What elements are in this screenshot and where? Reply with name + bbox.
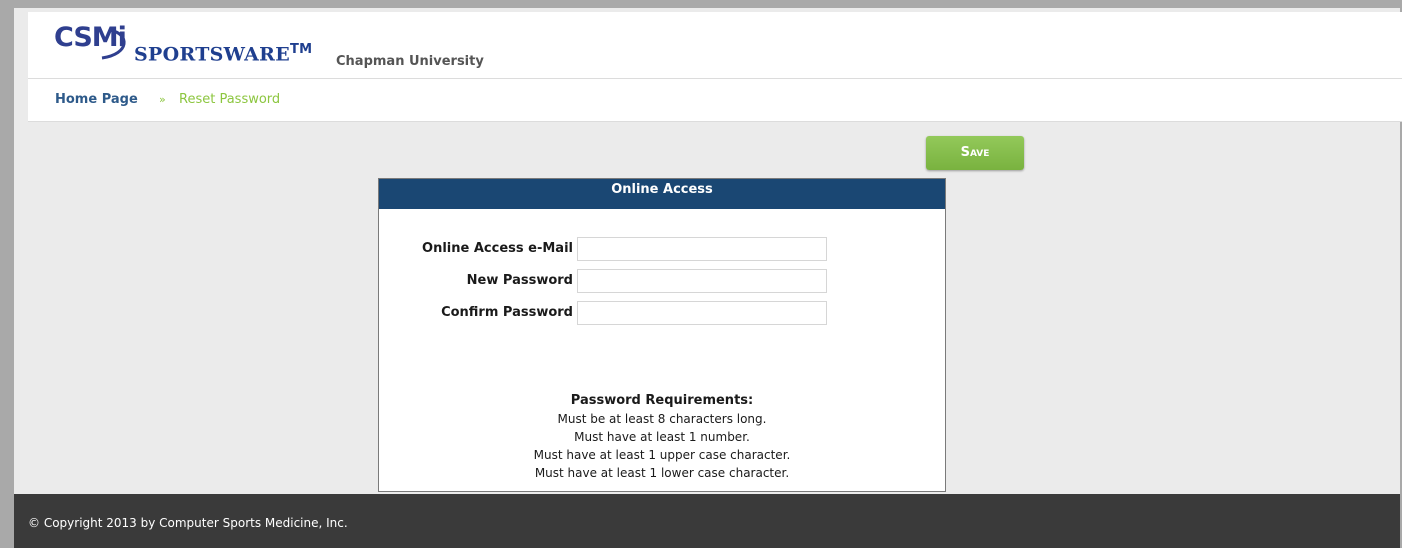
requirement-item: Must have at least 1 number.: [574, 430, 750, 444]
csmi-logo: CSMi: [54, 22, 127, 53]
requirement-item: Must be at least 8 characters long.: [557, 412, 767, 426]
app-header: CSMi SPORTSWARETM Chapman University: [28, 12, 1402, 78]
email-label: Online Access e-Mail: [422, 241, 573, 256]
confirm-password-label: Confirm Password: [441, 305, 573, 320]
requirement-item: Must have at least 1 upper case characte…: [533, 448, 791, 462]
online-access-panel: Online Access Online Access e-Mail New P…: [378, 178, 946, 492]
breadcrumb: Home Page » Reset Password: [28, 78, 1402, 122]
confirm-password-input[interactable]: [577, 301, 827, 325]
new-password-label: New Password: [466, 273, 573, 288]
organization-name: Chapman University: [336, 54, 484, 69]
save-button[interactable]: Save: [926, 136, 1024, 170]
page-footer: © Copyright 2013 by Computer Sports Medi…: [14, 494, 1400, 548]
breadcrumb-separator: »: [159, 93, 166, 106]
breadcrumb-home-link[interactable]: Home Page: [55, 92, 138, 107]
email-input[interactable]: [577, 237, 827, 261]
trademark-symbol: TM: [290, 42, 313, 57]
brand-name: SPORTSWARE: [134, 43, 291, 66]
panel-title: Online Access: [379, 179, 945, 209]
new-password-input[interactable]: [577, 269, 827, 293]
page-frame: CSMi SPORTSWARETM Chapman University Hom…: [14, 8, 1402, 548]
breadcrumb-current: Reset Password: [179, 92, 281, 107]
requirement-item: Must have at least 1 lower case characte…: [534, 466, 790, 480]
sportsware-brand: SPORTSWARETM: [134, 42, 312, 65]
copyright-text: © Copyright 2013 by Computer Sports Medi…: [28, 516, 348, 530]
password-requirements-title: Password Requirements:: [570, 393, 754, 408]
